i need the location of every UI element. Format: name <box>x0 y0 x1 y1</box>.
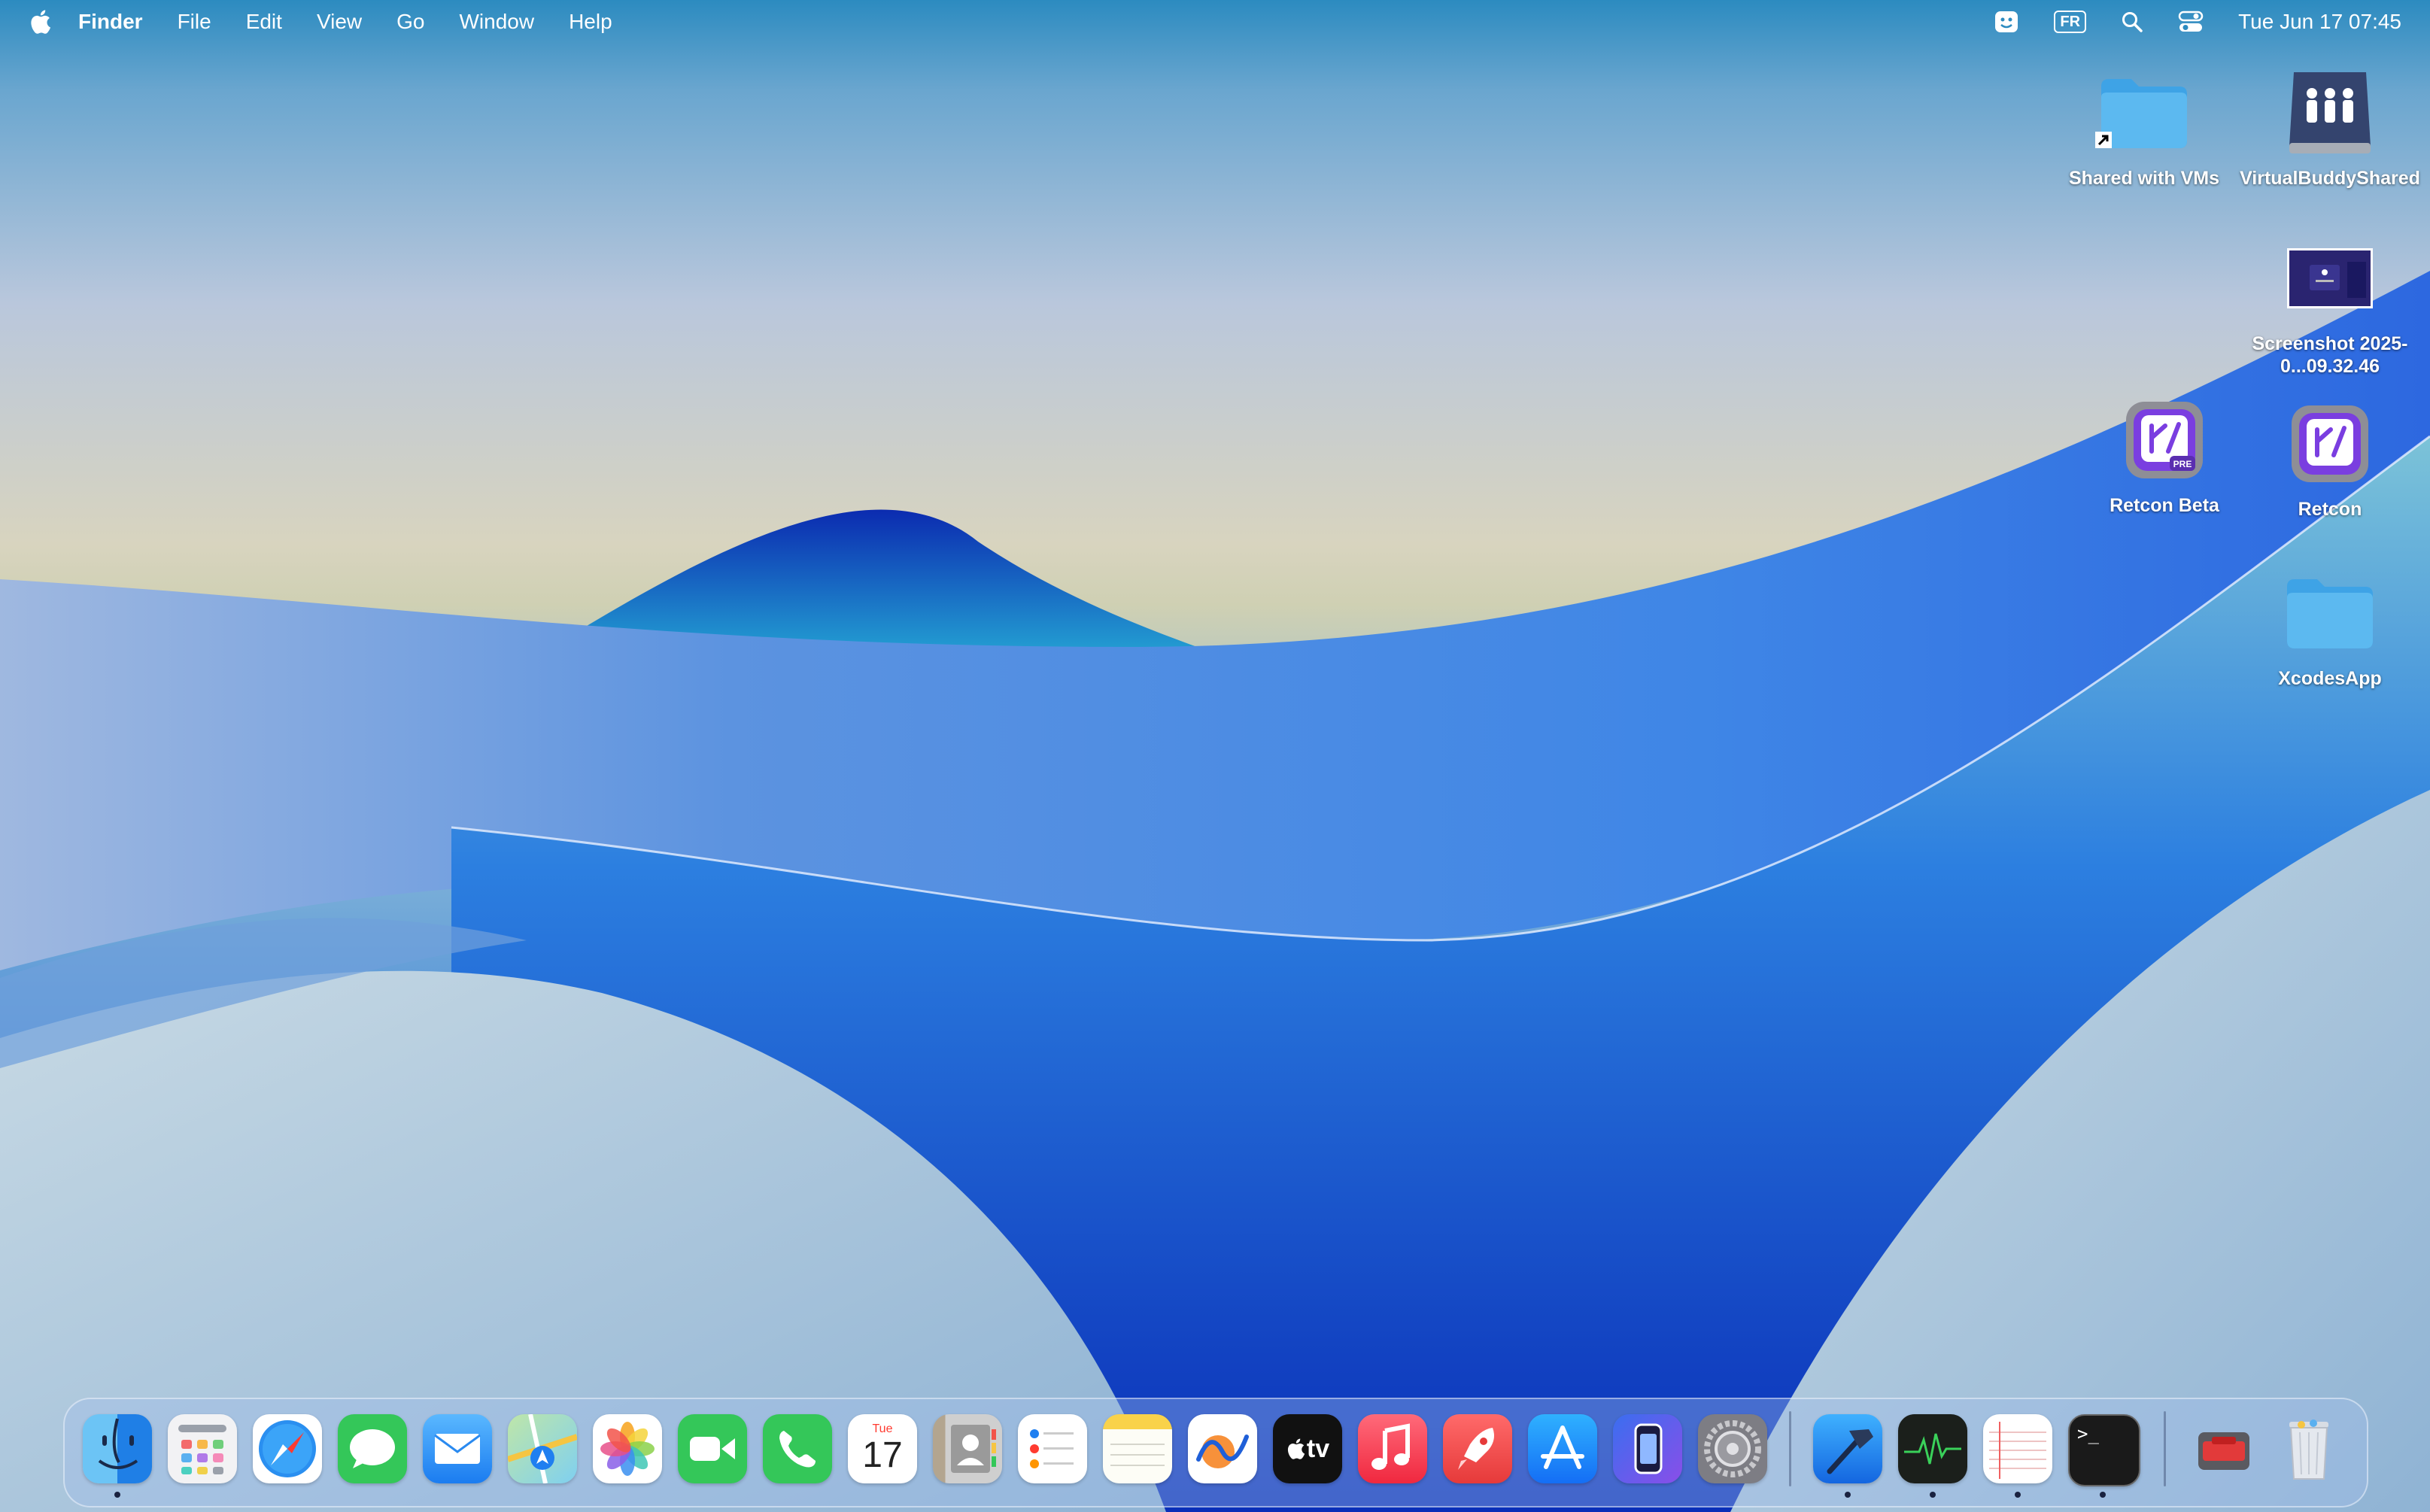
dock-app-store[interactable] <box>1528 1414 1597 1483</box>
menu-bar-clock[interactable]: Tue Jun 17 07:45 <box>2238 10 2401 34</box>
dock-launchpad[interactable] <box>168 1414 237 1483</box>
running-indicator <box>1930 1492 1936 1498</box>
screenshot-thumbnail-icon <box>2277 226 2383 331</box>
apple-logo-icon[interactable] <box>29 9 51 35</box>
wallpaper-waves <box>0 271 2430 1512</box>
menu-window[interactable]: Window <box>459 10 534 34</box>
music-icon <box>1371 1423 1410 1470</box>
dock-activity-monitor[interactable] <box>1898 1414 1967 1483</box>
desktop-icon-virtualbuddyshared[interactable]: VirtualBuddyShared <box>2240 60 2420 190</box>
apple-tv-icon: tv <box>1286 1435 1329 1464</box>
dock-textedit[interactable] <box>1983 1414 2052 1483</box>
desktop-icon-retcon[interactable]: Retcon <box>2240 391 2420 521</box>
retcon-beta-app-icon: PRE <box>2112 387 2217 493</box>
notes-icon <box>1110 1444 1165 1466</box>
terminal-icon: >_ <box>2077 1423 2099 1444</box>
iphone-mirroring-icon <box>1634 1423 1663 1474</box>
dock-messages[interactable] <box>338 1414 407 1483</box>
desktop-icon-label: Retcon Beta <box>2110 495 2219 516</box>
facetime-icon <box>690 1437 735 1461</box>
photos-icon <box>600 1422 655 1476</box>
red-toolbox-icon <box>2198 1432 2249 1470</box>
spotlight-search-icon[interactable] <box>2121 11 2143 33</box>
dock-trash[interactable] <box>2274 1414 2343 1483</box>
dock-contacts[interactable] <box>933 1414 1002 1483</box>
input-source-icon[interactable]: FR <box>2054 11 2087 33</box>
calendar-day: Tue <box>872 1422 893 1435</box>
dock-facetime[interactable] <box>678 1414 747 1483</box>
menu-app-name[interactable]: Finder <box>78 10 143 34</box>
desktop-icon-label: Retcon <box>2298 499 2362 520</box>
reminders-icon <box>1030 1429 1074 1468</box>
menu-file[interactable]: File <box>178 10 211 34</box>
maps-icon <box>508 1414 577 1483</box>
dock-reminders[interactable] <box>1018 1414 1087 1483</box>
retcon-app-icon <box>2277 391 2383 496</box>
dock-calendar[interactable]: Tue 17 <box>848 1414 917 1483</box>
xcode-hammer-icon <box>1827 1429 1873 1474</box>
dock-separator <box>2164 1411 2166 1486</box>
running-indicator <box>1845 1492 1851 1498</box>
menu-go[interactable]: Go <box>396 10 424 34</box>
svg-text:PRE: PRE <box>2173 459 2192 469</box>
menu-view[interactable]: View <box>317 10 362 34</box>
menu-help[interactable]: Help <box>569 10 612 34</box>
dock-system-settings[interactable] <box>1698 1414 1767 1483</box>
desktop-wallpaper <box>0 0 2430 1512</box>
dock-xcode[interactable] <box>1813 1414 1882 1483</box>
dock-tv[interactable]: tv <box>1273 1414 1342 1483</box>
desktop-icon-screenshot[interactable]: Screenshot 2025-0...09.32.46 <box>2240 226 2420 378</box>
control-center-icon[interactable] <box>2178 11 2204 33</box>
textedit-icon <box>1989 1422 2046 1479</box>
dock-iphone-mirroring[interactable] <box>1613 1414 1682 1483</box>
contacts-icon <box>951 1425 996 1473</box>
tv-label: tv <box>1306 1434 1330 1463</box>
dock-notes[interactable] <box>1103 1414 1172 1483</box>
desktop-icon-retcon-beta[interactable]: PRE Retcon Beta <box>2074 387 2255 517</box>
desktop-icon-label: XcodesApp <box>2278 668 2382 689</box>
calendar-date: 17 <box>862 1435 903 1475</box>
safari-icon <box>259 1420 316 1477</box>
shared-drive-icon <box>2277 60 2383 165</box>
calendar-icon: Tue 17 <box>862 1422 902 1475</box>
messages-icon <box>350 1429 395 1468</box>
finder-icon <box>98 1418 138 1469</box>
dock-rocket[interactable] <box>1443 1414 1512 1483</box>
desktop-icon-label: VirtualBuddyShared <box>2240 168 2420 189</box>
folder-alias-icon <box>2091 60 2197 165</box>
dock-phone[interactable] <box>763 1414 832 1483</box>
mail-icon <box>434 1434 481 1464</box>
rocket-icon <box>1458 1428 1494 1470</box>
dock-maps[interactable] <box>508 1414 577 1483</box>
trash-icon <box>2289 1419 2328 1480</box>
menu-bar: Finder File Edit View Go Window Help FR … <box>0 0 2430 44</box>
system-settings-icon <box>1704 1420 1761 1477</box>
desktop-icon-shared-with-vms[interactable]: Shared with VMs <box>2054 60 2234 190</box>
freeform-icon <box>1196 1435 1249 1468</box>
dock-separator <box>1789 1411 1791 1486</box>
activity-monitor-icon <box>1904 1433 1961 1465</box>
face-status-icon[interactable] <box>1994 9 2019 35</box>
dock-terminal[interactable]: >_ <box>2068 1414 2140 1486</box>
dock-safari[interactable] <box>253 1414 322 1483</box>
dock-tool[interactable] <box>2189 1414 2258 1483</box>
folder-icon <box>2277 560 2383 666</box>
desktop-icon-xcodesapp[interactable]: XcodesApp <box>2240 560 2420 690</box>
running-indicator <box>2015 1492 2021 1498</box>
desktop-icon-label: Shared with VMs <box>2068 168 2220 189</box>
running-indicator <box>114 1492 120 1498</box>
phone-icon <box>779 1431 816 1468</box>
menu-edit[interactable]: Edit <box>246 10 282 34</box>
desktop-icon-label: Screenshot 2025-0...09.32.46 <box>2252 333 2408 377</box>
dock-music[interactable] <box>1358 1414 1427 1483</box>
dock-finder[interactable] <box>83 1414 152 1483</box>
launchpad-icon <box>178 1425 226 1474</box>
app-store-icon <box>1541 1425 1584 1469</box>
dock-mail[interactable] <box>423 1414 492 1483</box>
dock-freeform[interactable] <box>1188 1414 1257 1483</box>
running-indicator <box>2100 1492 2106 1498</box>
dock-photos[interactable] <box>593 1414 662 1483</box>
